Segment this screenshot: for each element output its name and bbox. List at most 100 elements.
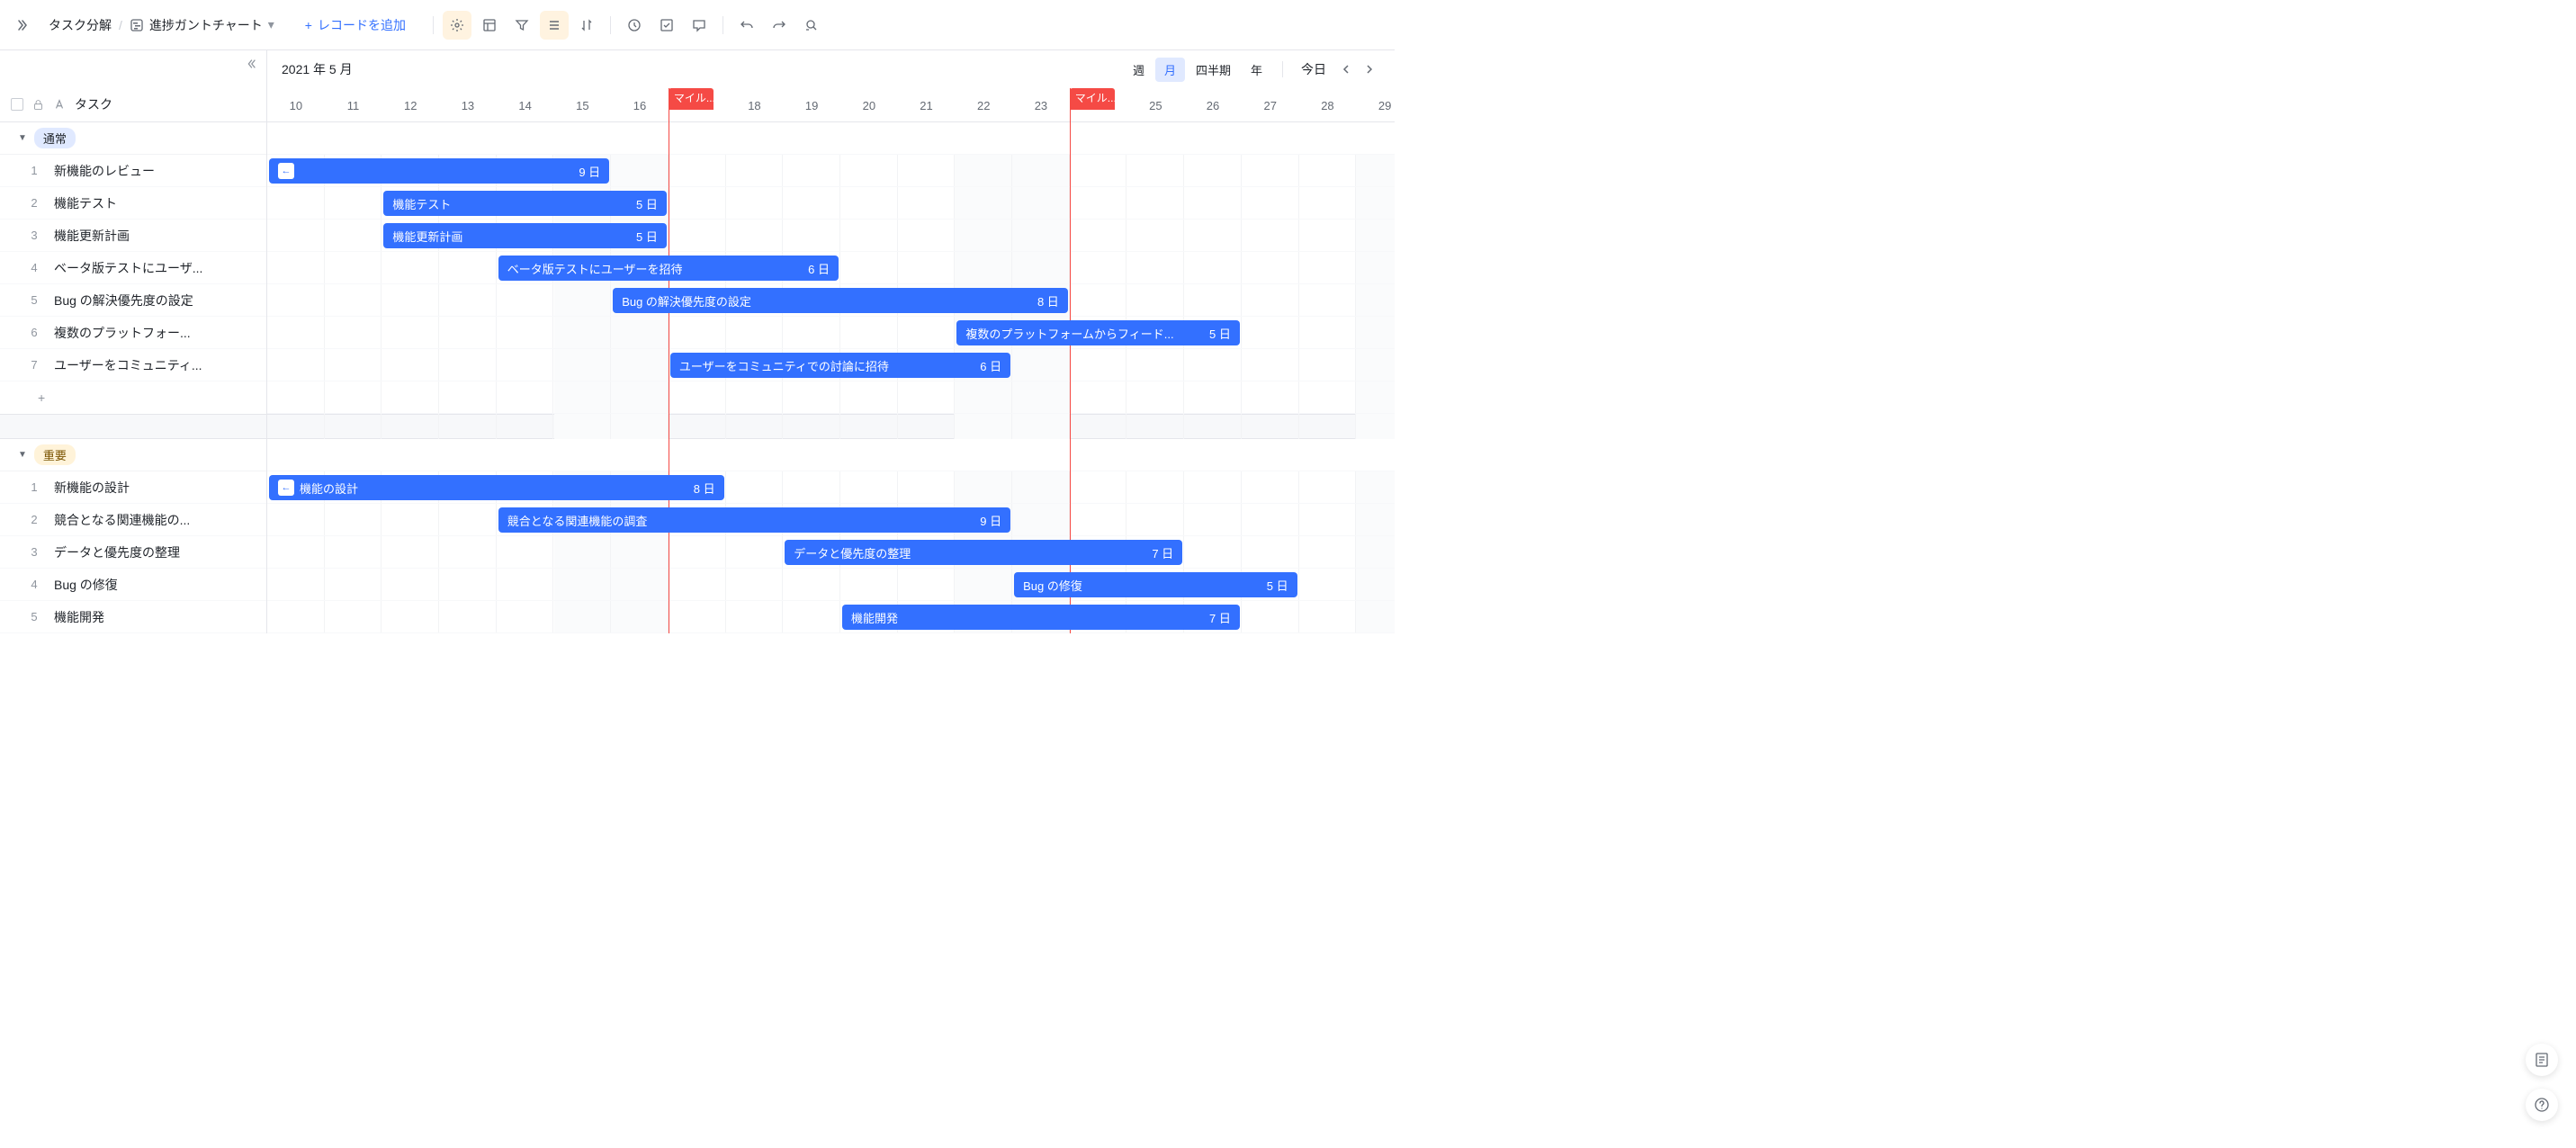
collapse-panel-button[interactable] xyxy=(245,58,257,70)
reminder-button[interactable] xyxy=(620,11,649,40)
bar-label: Bug の解決優先度の設定 xyxy=(622,292,1028,309)
task-row[interactable]: 4Bug の修復 xyxy=(0,569,266,601)
task-name: データと優先度の整理 xyxy=(54,543,266,561)
group-caret-icon[interactable]: ▼ xyxy=(18,133,27,143)
view-selector[interactable]: 進捗ガントチャート ▾ xyxy=(130,16,274,34)
breadcrumb: タスク分解 / 進捗ガントチャート ▾ xyxy=(49,16,274,34)
list-icon xyxy=(547,18,561,32)
checklist-icon xyxy=(660,18,674,32)
group-caret-icon[interactable]: ▼ xyxy=(18,450,27,460)
undo-button[interactable] xyxy=(732,11,761,40)
select-all-checkbox[interactable] xyxy=(11,98,23,111)
gantt-bar[interactable]: 機能更新計画5 日 xyxy=(383,223,667,248)
task-number: 3 xyxy=(27,545,41,559)
task-number: 5 xyxy=(27,293,41,307)
day-header-cell: 21 xyxy=(898,88,956,122)
undo-icon xyxy=(740,18,754,32)
bar-label: 機能の設計 xyxy=(300,480,685,497)
lock-icon xyxy=(32,99,44,111)
gantt-bar[interactable]: 複数のプラットフォームからフィード...5 日 xyxy=(956,320,1240,345)
group-header[interactable]: ▼ 通常 xyxy=(0,122,266,155)
task-row[interactable]: 6複数のプラットフォー... xyxy=(0,317,266,349)
day-header-cell: 11 xyxy=(325,88,382,122)
bar-duration: 6 日 xyxy=(808,260,830,277)
scale-year-button[interactable]: 年 xyxy=(1242,58,1271,82)
sort-button[interactable] xyxy=(572,11,601,40)
task-number: 7 xyxy=(27,358,41,372)
timeline-panel: 2021 年 5 月 週 月 四半期 年 今日 1011121314151617… xyxy=(267,50,1395,633)
group-header[interactable]: ▼ 重要 xyxy=(0,439,266,471)
task-row[interactable]: 1新機能の設計 xyxy=(0,471,266,504)
gantt-bar[interactable]: ユーザーをコミュニティでの討論に招待 6 日 xyxy=(670,353,1010,378)
chevron-down-icon: ▾ xyxy=(268,17,274,32)
milestone-marker[interactable]: マイル... xyxy=(1070,88,1115,110)
task-row[interactable]: 4ベータ版テストにユーザ... xyxy=(0,252,266,284)
day-header-cell: 18 xyxy=(726,88,784,122)
scale-week-button[interactable]: 週 xyxy=(1124,58,1153,82)
search-button[interactable] xyxy=(797,11,826,40)
group-badge: 通常 xyxy=(34,128,76,148)
chart-task-row: Bug の解決優先度の設定 8 日 xyxy=(267,284,1395,317)
chart-group-row xyxy=(267,122,1395,155)
chart-task-row: ←9 日 xyxy=(267,155,1395,187)
task-row[interactable]: 1新機能のレビュー xyxy=(0,155,266,187)
group-icon xyxy=(482,18,497,32)
bar-label: ベータ版テストにユーザーを招待 xyxy=(507,260,799,277)
task-row[interactable]: 2 競合となる関連機能の... xyxy=(0,504,266,536)
gantt-bar[interactable]: データと優先度の整理7 日 xyxy=(785,540,1182,565)
scale-month-button[interactable]: 月 xyxy=(1155,58,1185,82)
task-row[interactable]: 2機能テスト xyxy=(0,187,266,220)
document-float-button[interactable] xyxy=(2526,1044,2558,1076)
group-button[interactable] xyxy=(475,11,504,40)
expand-sidebar-button[interactable] xyxy=(7,11,36,40)
day-header-cell: 27 xyxy=(1242,88,1299,122)
add-task-row[interactable]: + xyxy=(0,381,266,414)
day-header-cell: 28 xyxy=(1299,88,1357,122)
task-row[interactable]: 7ユーザーをコミュニティ... xyxy=(0,349,266,381)
help-float-button[interactable] xyxy=(2526,1089,2558,1121)
day-header-cell: 15 xyxy=(554,88,612,122)
gantt-bar[interactable]: 機能テスト5 日 xyxy=(383,191,667,216)
next-button[interactable] xyxy=(1359,58,1380,80)
milestone-marker[interactable]: マイル... xyxy=(669,88,714,110)
document-icon xyxy=(2534,1052,2550,1068)
filter-button[interactable] xyxy=(507,11,536,40)
list-button[interactable] xyxy=(540,11,569,40)
task-row[interactable]: 3 データと優先度の整理 xyxy=(0,536,266,569)
gantt-bar[interactable]: ←機能の設計8 日 xyxy=(269,475,724,500)
redo-button[interactable] xyxy=(765,11,794,40)
day-header-cell: 13 xyxy=(439,88,497,122)
task-number: 2 xyxy=(27,513,41,526)
prev-button[interactable] xyxy=(1335,58,1357,80)
today-button[interactable]: 今日 xyxy=(1294,57,1333,82)
task-name: 機能テスト xyxy=(54,194,266,212)
scale-quarter-button[interactable]: 四半期 xyxy=(1187,58,1240,82)
view-name: 進捗ガントチャート xyxy=(149,16,263,34)
add-record-button[interactable]: + レコードを追加 xyxy=(300,13,411,38)
bar-duration: 6 日 xyxy=(980,357,1001,374)
task-name: 競合となる関連機能の... xyxy=(54,511,266,529)
task-row[interactable]: 3機能更新計画 xyxy=(0,220,266,252)
day-header-cell: 10 xyxy=(267,88,325,122)
bar-label: ユーザーをコミュニティでの討論に招待 xyxy=(679,357,971,374)
plus-icon: + xyxy=(305,18,312,32)
checklist-button[interactable] xyxy=(652,11,681,40)
gantt-bar[interactable]: ベータ版テストにユーザーを招待 6 日 xyxy=(498,256,839,281)
gantt-bar[interactable]: ←9 日 xyxy=(269,158,609,184)
task-row[interactable]: 5Bug の解決優先度の設定 xyxy=(0,284,266,317)
redo-icon xyxy=(772,18,786,32)
gantt-bar[interactable]: 機能開発7 日 xyxy=(842,605,1240,630)
gantt-bar[interactable]: Bug の解決優先度の設定 8 日 xyxy=(613,288,1068,313)
comment-button[interactable] xyxy=(685,11,714,40)
settings-button[interactable] xyxy=(443,11,471,40)
breadcrumb-root[interactable]: タスク分解 xyxy=(49,16,112,34)
bar-duration: 8 日 xyxy=(1037,292,1059,309)
day-header-cell: 20 xyxy=(840,88,898,122)
gantt-bar[interactable]: 競合となる関連機能の調査9 日 xyxy=(498,507,1010,533)
task-row[interactable]: 5機能開発 xyxy=(0,601,266,633)
task-number: 4 xyxy=(27,261,41,274)
chart-task-row: ユーザーをコミュニティでの討論に招待 6 日 xyxy=(267,349,1395,381)
group-badge: 重要 xyxy=(34,444,76,465)
gantt-bar[interactable]: Bug の修復5 日 xyxy=(1014,572,1297,597)
column-title: タスク xyxy=(75,95,112,113)
